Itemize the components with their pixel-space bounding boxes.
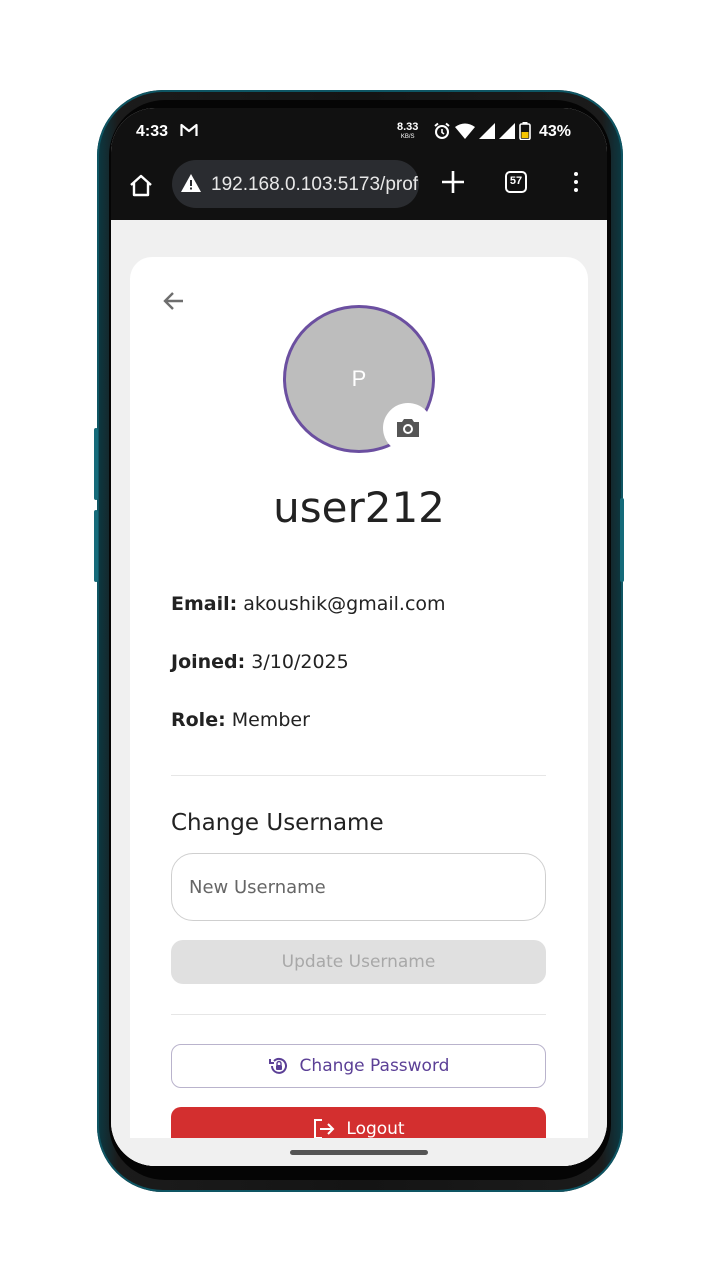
email-label: Email: xyxy=(171,593,238,615)
logout-icon xyxy=(314,1119,335,1139)
change-username-title: Change Username xyxy=(171,810,384,836)
lock-reset-icon xyxy=(268,1057,287,1074)
browser-menu-button[interactable] xyxy=(566,170,586,196)
logout-label: Logout xyxy=(346,1119,405,1139)
email-row: Email: akoushik@gmail.com xyxy=(171,593,446,615)
network-speed-value: 8.33 xyxy=(397,121,419,133)
side-button xyxy=(94,428,98,500)
status-time: 4:33 xyxy=(136,123,169,140)
change-password-button[interactable]: Change Password xyxy=(171,1044,546,1088)
wifi-icon xyxy=(455,123,475,139)
tab-switcher-button[interactable]: 57 xyxy=(505,171,527,193)
alarm-icon xyxy=(434,122,450,139)
new-username-input[interactable] xyxy=(171,853,546,921)
camera-icon xyxy=(397,419,419,437)
url-text: 192.168.0.103:5173/profile xyxy=(211,174,419,195)
gesture-bar xyxy=(111,1138,607,1166)
screen: 4:33 8.33 KB/S 43% 192.168.0.103:5173/pr… xyxy=(111,108,607,1166)
signal-icon xyxy=(479,123,495,139)
page-content: P user212 Email: akoushik@gmail.com Join… xyxy=(111,220,607,1166)
network-speed: 8.33 KB/S xyxy=(397,121,419,141)
email-value: akoushik@gmail.com xyxy=(243,593,446,615)
update-username-button[interactable]: Update Username xyxy=(171,940,546,984)
joined-label: Joined: xyxy=(171,651,246,673)
home-icon xyxy=(130,174,152,197)
profile-card: P user212 Email: akoushik@gmail.com Join… xyxy=(130,257,588,1166)
status-bar: 4:33 8.33 KB/S 43% xyxy=(111,108,607,156)
role-value: Member xyxy=(231,709,310,731)
network-speed-unit: KB/S xyxy=(400,134,415,140)
role-row: Role: Member xyxy=(171,709,310,731)
warning-icon xyxy=(180,173,202,198)
back-button[interactable] xyxy=(160,287,188,315)
side-button xyxy=(94,510,98,582)
home-button[interactable] xyxy=(127,172,155,200)
upload-photo-button[interactable] xyxy=(383,403,433,453)
url-bar[interactable]: 192.168.0.103:5173/profile xyxy=(172,160,419,208)
home-gesture-handle[interactable] xyxy=(290,1150,428,1155)
joined-row: Joined: 3/10/2025 xyxy=(171,651,349,673)
joined-value: 3/10/2025 xyxy=(251,651,349,673)
arrow-left-icon xyxy=(163,292,183,310)
divider xyxy=(171,1014,546,1015)
change-password-label: Change Password xyxy=(299,1056,450,1076)
profile-username: user212 xyxy=(273,483,445,532)
gmail-icon xyxy=(180,123,198,142)
divider xyxy=(171,775,546,776)
plus-icon xyxy=(442,171,464,193)
role-label: Role: xyxy=(171,709,226,731)
side-button xyxy=(620,498,624,582)
status-icons xyxy=(433,122,531,140)
new-tab-button[interactable] xyxy=(439,168,467,196)
browser-toolbar: 192.168.0.103:5173/profile 57 xyxy=(111,156,607,220)
battery-percent: 43% xyxy=(539,123,572,140)
signal-icon xyxy=(499,123,515,139)
battery-icon xyxy=(519,122,531,140)
avatar-initial: P xyxy=(351,366,367,391)
